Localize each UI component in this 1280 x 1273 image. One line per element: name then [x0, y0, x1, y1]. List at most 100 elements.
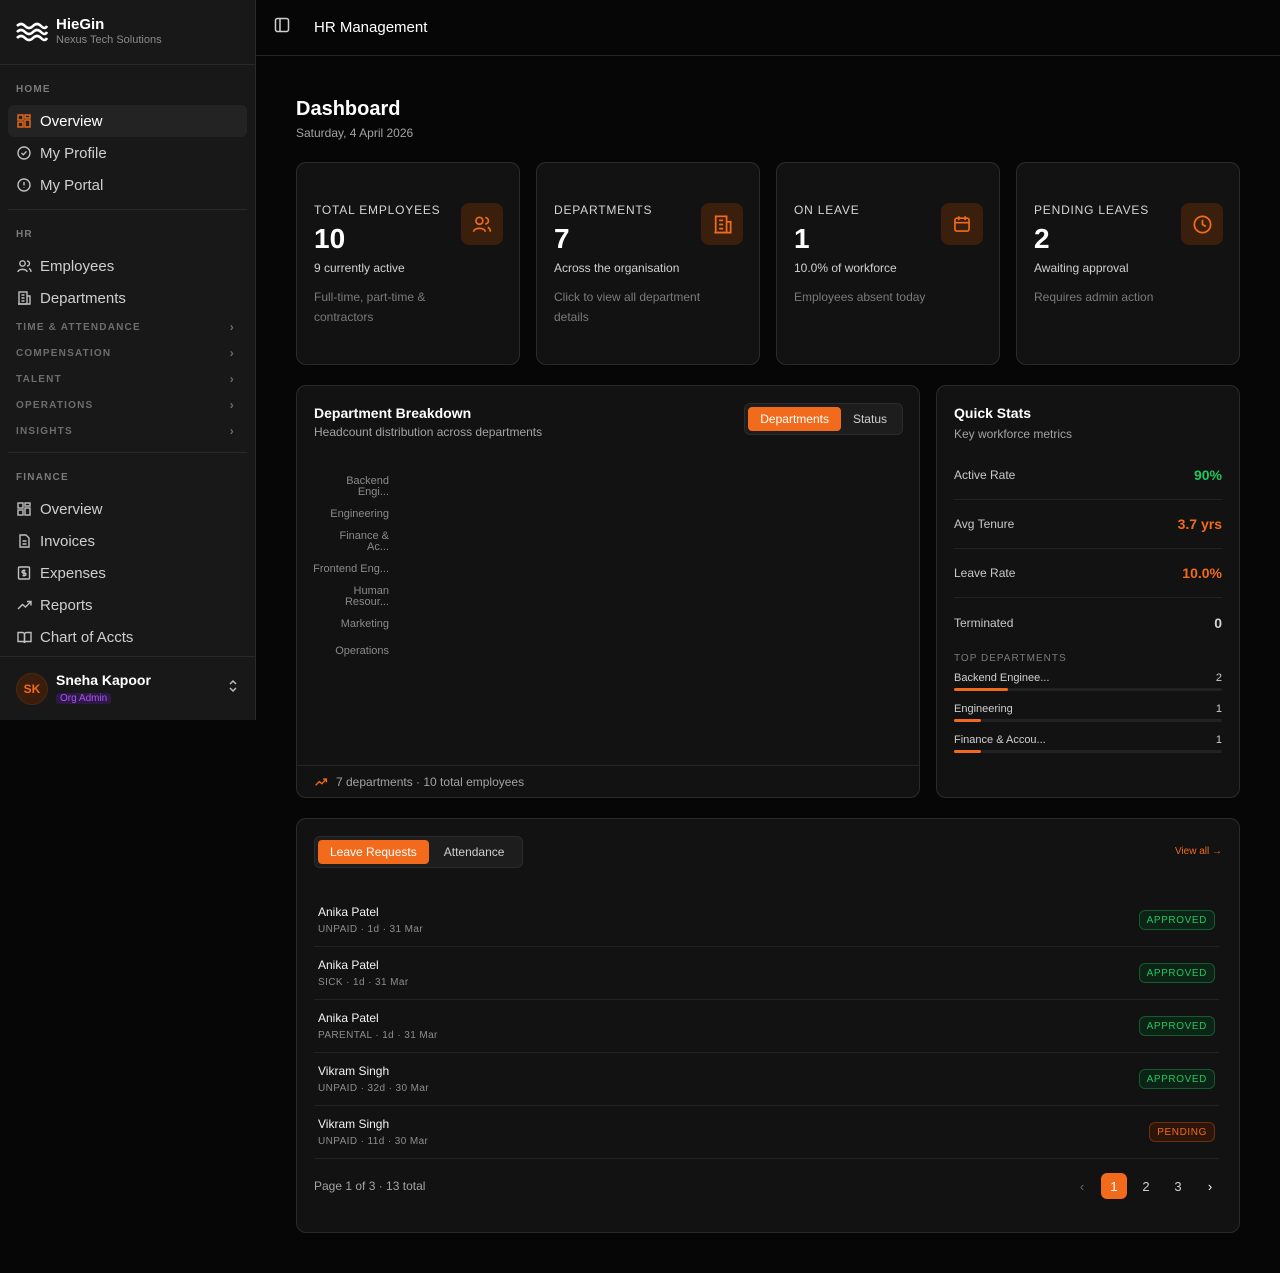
status-badge: APPROVED: [1138, 963, 1215, 983]
sidebar-item-chart-of-accts[interactable]: Chart of Accts: [8, 621, 247, 653]
alert-circle-icon: [16, 177, 32, 193]
top-department-row: Backend Enginee... 2: [954, 672, 1222, 691]
sidebar-item-departments[interactable]: Departments: [8, 282, 247, 314]
quick-stats-list: Active Rate 90% Avg Tenure 3.7 yrs Leave R…: [954, 451, 1222, 647]
page-button-3[interactable]: 3: [1165, 1173, 1191, 1199]
chevron-right-icon: ›: [229, 398, 235, 412]
status-badge: APPROVED: [1138, 1069, 1215, 1089]
card-title: Quick Stats: [954, 405, 1032, 421]
chevron-left-icon[interactable]: ‹: [1069, 1173, 1095, 1199]
progress-fill: [954, 750, 981, 753]
tab-attendance[interactable]: Attendance: [429, 840, 520, 864]
collapsible-compensation[interactable]: COMPENSATION ›: [8, 340, 247, 366]
page-title: Dashboard: [296, 98, 401, 120]
chevron-right-icon: ›: [229, 424, 235, 438]
clock-icon: [1181, 203, 1223, 245]
axis-label: Human Resour...: [344, 585, 389, 608]
collapsible-time-attendance[interactable]: TIME & ATTENDANCE ›: [8, 314, 247, 340]
sidebar-item-label: Overview: [40, 500, 103, 518]
chevron-right-icon: ›: [229, 320, 235, 334]
users-icon: [461, 203, 503, 245]
users-icon: [16, 258, 32, 274]
stat-sub: Across the organisation: [554, 261, 680, 275]
check-circle-icon: [16, 145, 32, 161]
sidebar-item-reports[interactable]: Reports: [8, 589, 247, 621]
breakdown-tabs: Departments Status: [744, 403, 903, 435]
chevron-right-icon: ›: [229, 372, 235, 386]
stat-card-departments[interactable]: DEPARTMENTS 7 Across the organisation Cl…: [536, 162, 760, 365]
top-department-row: Engineering 1: [954, 703, 1222, 722]
sidebar-item-expenses[interactable]: Expenses: [8, 557, 247, 589]
trending-icon: [16, 597, 32, 613]
tab-leave-requests[interactable]: Leave Requests: [318, 840, 429, 864]
sidebar-item-label: My Portal: [40, 176, 104, 194]
role-badge: Org Admin: [56, 692, 112, 704]
axis-label: Frontend Eng...: [313, 564, 389, 575]
quick-stat-row: Active Rate 90%: [954, 451, 1222, 500]
requests-tabs: Leave Requests Attendance: [314, 836, 524, 868]
receipt-icon: [16, 565, 32, 581]
status-badge: APPROVED: [1138, 910, 1215, 930]
table-row[interactable]: Anika Patel PARENTAL · 1d · 31 Mar APPROV…: [314, 1000, 1219, 1053]
sidebar-item-label: Departments: [40, 289, 126, 307]
axis-label: Engineering: [330, 508, 389, 520]
book-icon: [16, 629, 32, 645]
stat-desc: Full-time, part-time & contractors: [314, 290, 426, 324]
stat-card-total-employees[interactable]: TOTAL EMPLOYEES 10 9 currently active Fu…: [296, 162, 520, 365]
table-row[interactable]: Anika Patel SICK · 1d · 31 Mar APPROVED: [314, 947, 1219, 1000]
progress-fill: [954, 719, 981, 722]
page-info: Page 1 of 3 · 13 total: [314, 1179, 426, 1193]
department-breakdown-card: Department Breakdown Headcount distribut…: [296, 385, 920, 798]
sidebar-item-label: Invoices: [40, 532, 96, 550]
view-all-link[interactable]: View all →: [1175, 846, 1222, 857]
brand-name: HieGin: [56, 15, 105, 33]
sidebar-toggle-icon[interactable]: [274, 17, 290, 38]
brand-subtitle: Nexus Tech Solutions: [56, 33, 162, 46]
table-row[interactable]: Anika Patel UNPAID · 1d · 31 Mar APPROVED: [314, 894, 1219, 947]
chevron-up-down-icon[interactable]: [227, 679, 239, 698]
status-badge: APPROVED: [1138, 1016, 1215, 1036]
building-icon: [701, 203, 743, 245]
page-button-2[interactable]: 2: [1133, 1173, 1159, 1199]
sidebar-item-my-portal[interactable]: My Portal: [8, 169, 247, 201]
sidebar-item-label: Chart of Accts: [40, 628, 134, 646]
quick-stat-row: Leave Rate 10.0%: [954, 549, 1222, 598]
axis-label: Backend Engi...: [346, 475, 389, 498]
chevron-right-icon[interactable]: ›: [1197, 1173, 1223, 1199]
sidebar-item-finance-overview[interactable]: Overview: [8, 493, 247, 525]
stat-card-on-leave[interactable]: ON LEAVE 1 10.0% of workforce Employees …: [776, 162, 1000, 365]
sidebar-item-label: Employees: [40, 257, 115, 275]
page-button-1[interactable]: 1: [1101, 1173, 1127, 1199]
sidebar-item-label: My Profile: [40, 144, 107, 162]
sidebar-item-label: Overview: [40, 112, 103, 130]
group-label-home: HOME: [16, 83, 51, 95]
axis-label: Marketing: [340, 618, 389, 630]
sidebar-item-label: Expenses: [40, 564, 106, 582]
collapsible-insights[interactable]: INSIGHTS ›: [8, 418, 247, 444]
top-department-row: Finance & Accou... 1: [954, 734, 1222, 753]
progress-fill: [954, 688, 1008, 691]
collapsible-talent[interactable]: TALENT ›: [8, 366, 247, 392]
user-menu[interactable]: SK Sneha Kapoor Org Admin: [0, 656, 255, 720]
grid-icon: [16, 113, 32, 129]
sidebar-item-my-profile[interactable]: My Profile: [8, 137, 247, 169]
table-row[interactable]: Vikram Singh UNPAID · 32d · 30 Mar APPROV…: [314, 1053, 1219, 1106]
user-name: Sneha Kapoor: [56, 671, 151, 688]
stat-card-pending-leaves[interactable]: PENDING LEAVES 2 Awaiting approval Requi…: [1016, 162, 1240, 365]
collapsible-operations[interactable]: OPERATIONS ›: [8, 392, 247, 418]
topbar: HR Management: [256, 0, 1280, 56]
sidebar-item-overview[interactable]: Overview: [8, 105, 247, 137]
tab-status[interactable]: Status: [841, 407, 899, 431]
stat-sub: 9 currently active: [314, 261, 405, 275]
footer-text: 7 departments · 10 total employees: [336, 775, 525, 789]
quick-stats-card: Quick Stats Key workforce metrics Active…: [936, 385, 1240, 798]
sidebar-item-employees[interactable]: Employees: [8, 250, 247, 282]
brand[interactable]: HieGin Nexus Tech Solutions: [0, 0, 255, 65]
leave-requests-list: Anika Patel UNPAID · 1d · 31 Mar APPROVED…: [314, 894, 1219, 1159]
sidebar-item-invoices[interactable]: Invoices: [8, 525, 247, 557]
tab-departments[interactable]: Departments: [748, 407, 841, 431]
page-date: Saturday, 4 April 2026: [296, 126, 414, 140]
quick-stat-row: Avg Tenure 3.7 yrs: [954, 500, 1222, 549]
trending-icon: [314, 777, 328, 787]
table-row[interactable]: Vikram Singh UNPAID · 11d · 30 Mar PENDIN…: [314, 1106, 1219, 1159]
